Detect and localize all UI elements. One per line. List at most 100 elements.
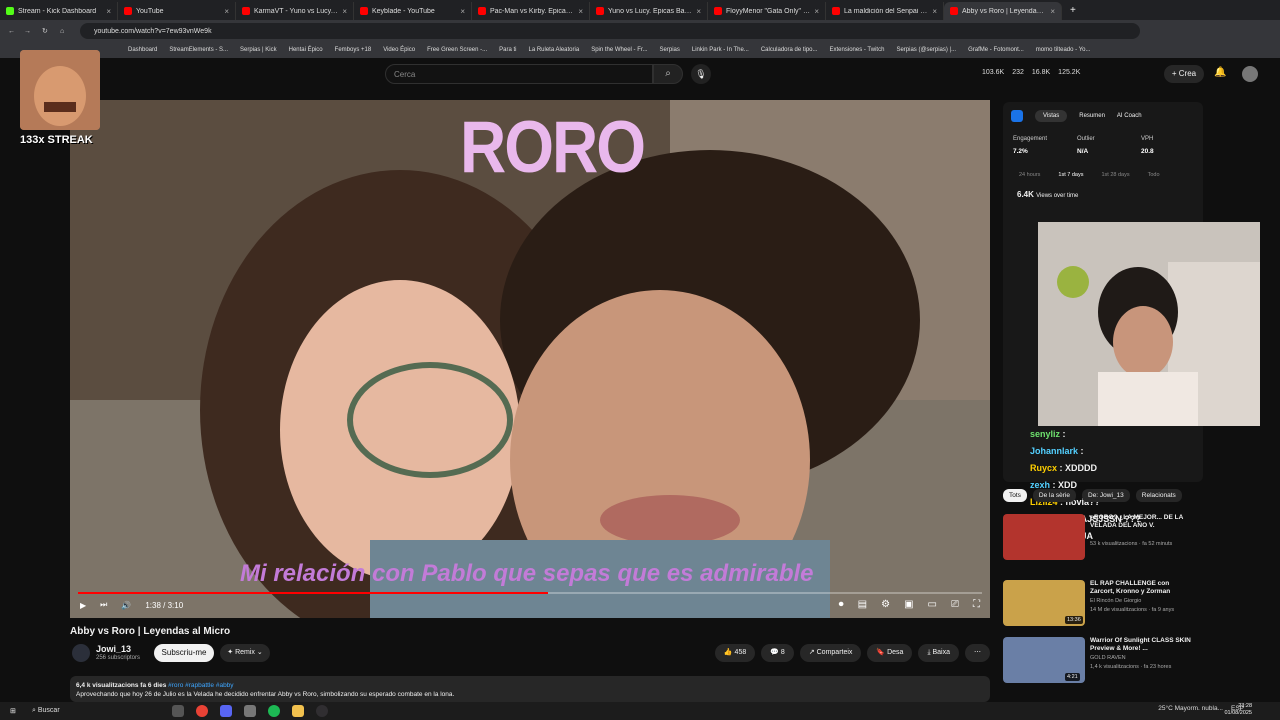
fullscreen-icon[interactable]: ⛶	[973, 599, 980, 610]
tab-resumen[interactable]: Resumen	[1079, 113, 1105, 119]
url-field[interactable]: youtube.com/watch?v=7ew93vnWe9k	[80, 23, 1140, 39]
range-tab[interactable]: 1st 28 days	[1101, 172, 1129, 178]
bookmark-item[interactable]: Spin the Wheel - Fr...	[591, 47, 647, 53]
browser-tab[interactable]: YouTube ×	[118, 2, 236, 20]
bookmark-item[interactable]: Serpias	[660, 47, 680, 53]
browser-tab[interactable]: Abby vs Roro | Leyendas al Mic ×	[944, 2, 1062, 20]
range-tab[interactable]: Todo	[1148, 172, 1160, 178]
close-icon[interactable]: ×	[932, 7, 937, 16]
channel-name[interactable]: Jowi_13	[96, 644, 131, 654]
bookmark-item[interactable]: momo tilteado - Yo...	[1036, 47, 1091, 53]
related-channel[interactable]: El Rincón De Giorgio	[1090, 598, 1141, 604]
account-avatar[interactable]	[1242, 66, 1258, 82]
close-icon[interactable]: ×	[106, 7, 111, 16]
browser-tab[interactable]: Yuno vs Lucy. Épicas Batallas de ×	[590, 2, 708, 20]
related-video[interactable]: ¿ROBO? ¿LA MEJOR... DE LA VELADA DEL AÑO…	[1003, 514, 1203, 564]
close-icon[interactable]: ×	[460, 7, 465, 16]
related-title[interactable]: ¿ROBO? ¿LA MEJOR... DE LA VELADA DEL AÑO…	[1090, 514, 1194, 530]
captions-icon[interactable]: ▤	[858, 599, 867, 610]
remix-button[interactable]: ✦ Remix ⌄	[220, 644, 270, 662]
browser-tab[interactable]: La maldición del Senpai - YouTube×	[826, 2, 944, 20]
cast-icon[interactable]: ⎚	[951, 599, 959, 610]
reload-icon[interactable]: ↻	[42, 27, 48, 35]
bookmark-item[interactable]: Dashboard	[128, 47, 157, 53]
subscribe-button[interactable]: Subscriu-me	[154, 644, 214, 662]
range-tab[interactable]: 1st 7 days	[1058, 172, 1083, 178]
bookmark-item[interactable]: La Ruleta Aleatoria	[528, 47, 579, 53]
tab-vistas[interactable]: Vistas	[1035, 110, 1068, 122]
mic-icon[interactable]: 🎙	[691, 64, 711, 84]
volume-icon[interactable]: 🔊	[121, 601, 131, 610]
bookmark-item[interactable]: StreamElements - S...	[169, 47, 228, 53]
browser-tab[interactable]: FloyyMenor "Gata Only" Lyrics×	[708, 2, 826, 20]
close-icon[interactable]: ×	[224, 7, 229, 16]
windows-icon[interactable]: ⊞	[10, 707, 16, 715]
weather-widget[interactable]: 25°C Mayorm. nubla...	[1158, 705, 1223, 712]
description-tags[interactable]: #roro #rapbattle #abby	[168, 682, 233, 689]
search-input[interactable]: Cerca	[385, 64, 653, 84]
progress-bar[interactable]	[78, 592, 982, 594]
play-icon[interactable]: ▶	[80, 601, 86, 610]
related-title[interactable]: Warrior Of Sunlight CLASS SKIN Preview &…	[1090, 637, 1194, 653]
bell-icon[interactable]: 🔔	[1214, 67, 1226, 78]
miniplayer-icon[interactable]: ▣	[904, 599, 913, 610]
tab-ai-coach[interactable]: AI Coach	[1117, 113, 1142, 119]
bookmark-item[interactable]: Serpias | Kick	[240, 47, 277, 53]
close-icon[interactable]: ×	[814, 7, 819, 16]
bookmark-item[interactable]: Calculadora de tipo...	[761, 47, 818, 53]
bookmark-item[interactable]: Femboys +18	[335, 47, 372, 53]
description-box[interactable]: 6,4 k visualitzacions fa 6 dies #roro #r…	[70, 676, 990, 702]
save-button[interactable]: 🔖 Desa	[867, 644, 913, 662]
back-icon[interactable]: ←	[8, 28, 15, 35]
range-tab[interactable]: 24 hours	[1019, 172, 1040, 178]
channel-avatar[interactable]	[72, 644, 90, 662]
bookmark-item[interactable]: GrafMe - Fotomont...	[968, 47, 1024, 53]
taskview-icon[interactable]	[172, 705, 184, 717]
forward-icon[interactable]: →	[24, 28, 31, 35]
bookmark-item[interactable]: Hentai Épico	[289, 47, 323, 53]
chat-user[interactable]: Johannlark	[1030, 446, 1078, 456]
bookmark-item[interactable]: Video Épico	[383, 47, 415, 53]
obs-icon[interactable]	[316, 705, 328, 717]
related-title[interactable]: EL RAP CHALLENGE con Zarcort, Kronno y Z…	[1090, 580, 1194, 596]
bookmark-item[interactable]: Para ti	[499, 47, 516, 53]
related-channel[interactable]: GOLD RAVEN	[1090, 655, 1126, 661]
related-video[interactable]: 13:36 EL RAP CHALLENGE con Zarcort, Kronn…	[1003, 580, 1203, 630]
bookmark-item[interactable]: Serpias (@serpias) |...	[896, 47, 956, 53]
bookmark-item[interactable]: Free Green Screen -...	[427, 47, 487, 53]
close-icon[interactable]: ×	[696, 7, 701, 16]
search-icon[interactable]: ⌕	[653, 64, 683, 84]
related-tab[interactable]: Relacionats	[1135, 489, 1182, 502]
discord-icon[interactable]	[220, 705, 232, 717]
like-button[interactable]: 👍 458	[714, 644, 756, 662]
next-icon[interactable]: ⏭	[100, 600, 107, 610]
spotify-icon[interactable]	[268, 705, 280, 717]
bookmark-item[interactable]: Extensiones - Twitch	[830, 47, 885, 53]
browser-tab[interactable]: Stream - Kick Dashboard ×	[0, 2, 118, 20]
browser-tab[interactable]: KarmaVT - Yuno vs Lucy. Épicas ×	[236, 2, 354, 20]
download-button[interactable]: ⤓ Baixa	[918, 644, 959, 662]
close-icon[interactable]: ×	[578, 7, 583, 16]
home-icon[interactable]: ⌂	[60, 28, 64, 35]
close-icon[interactable]: ×	[342, 7, 347, 16]
related-tab[interactable]: Tots	[1003, 489, 1027, 502]
chat-user[interactable]: senyliz	[1030, 429, 1060, 439]
share-button[interactable]: ↗ Comparteix	[799, 644, 862, 662]
related-tab[interactable]: De la sèrie	[1032, 489, 1076, 502]
related-thumbnail[interactable]	[1003, 514, 1085, 560]
taskbar-search[interactable]: ⌕ Buscar	[32, 707, 60, 715]
close-icon[interactable]: ×	[1050, 7, 1055, 16]
bookmark-item[interactable]: Linkin Park - In The...	[692, 47, 749, 53]
browser-tab[interactable]: Pac-Man vs Kirby. Épicas Batallas ×	[472, 2, 590, 20]
theater-icon[interactable]: ▭	[928, 599, 937, 610]
clock[interactable]: 23:28 01/08/2025	[1224, 703, 1252, 717]
comments-button[interactable]: 💬 8	[761, 644, 794, 662]
chrome-icon[interactable]	[196, 705, 208, 717]
folder-icon[interactable]	[292, 705, 304, 717]
create-button[interactable]: + Crea	[1164, 65, 1204, 83]
chat-user[interactable]: Ruycx	[1030, 463, 1057, 473]
settings-icon[interactable]: ⚙	[881, 599, 890, 610]
app-icon[interactable]	[244, 705, 256, 717]
related-tab[interactable]: De: Jowi_13	[1082, 489, 1130, 502]
related-video[interactable]: 4:21 Warrior Of Sunlight CLASS SKIN Previ…	[1003, 637, 1203, 687]
